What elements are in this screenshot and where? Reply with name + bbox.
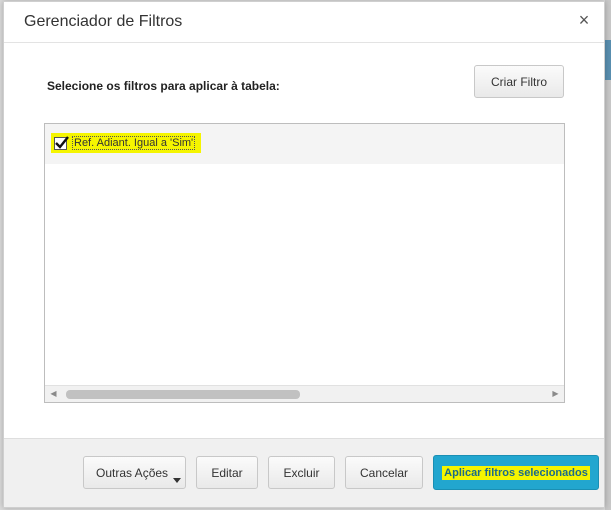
check-icon <box>55 135 69 149</box>
close-icon[interactable]: × <box>574 10 594 30</box>
horizontal-scrollbar[interactable]: ◀ ▶ <box>45 385 564 402</box>
filter-list: Ref. Adiant. Igual a 'Sim' ◀ ▶ <box>44 123 565 403</box>
more-actions-label: Outras Ações <box>96 465 169 480</box>
delete-button[interactable]: Excluir <box>268 456 335 489</box>
dialog-header: Gerenciador de Filtros × <box>4 2 604 43</box>
caret-down-icon <box>173 478 181 483</box>
background-edge <box>605 0 611 510</box>
create-filter-button[interactable]: Criar Filtro <box>474 65 564 98</box>
background-accent <box>605 40 611 80</box>
apply-filters-button[interactable]: Aplicar filtros selecionados <box>433 455 599 490</box>
arrow-left-icon[interactable]: ◀ <box>45 386 62 402</box>
instruction-text: Selecione os filtros para aplicar à tabe… <box>47 79 280 93</box>
filter-item[interactable]: Ref. Adiant. Igual a 'Sim' <box>51 133 202 153</box>
filter-checkbox[interactable] <box>54 135 69 150</box>
list-item[interactable]: Ref. Adiant. Igual a 'Sim' <box>45 124 564 164</box>
dialog-title: Gerenciador de Filtros <box>24 13 183 30</box>
arrow-right-icon[interactable]: ▶ <box>547 386 564 402</box>
more-actions-button[interactable]: Outras Ações <box>83 456 186 489</box>
dialog-footer: Outras Ações Editar Excluir Cancelar Apl… <box>4 438 604 507</box>
scroll-thumb[interactable] <box>66 390 300 399</box>
filter-label: Ref. Adiant. Igual a 'Sim' <box>72 136 196 150</box>
apply-filters-label: Aplicar filtros selecionados <box>442 465 590 480</box>
cancel-button[interactable]: Cancelar <box>345 456 423 489</box>
edit-button[interactable]: Editar <box>196 456 258 489</box>
filter-manager-dialog: Gerenciador de Filtros × Selecione os fi… <box>3 1 605 508</box>
